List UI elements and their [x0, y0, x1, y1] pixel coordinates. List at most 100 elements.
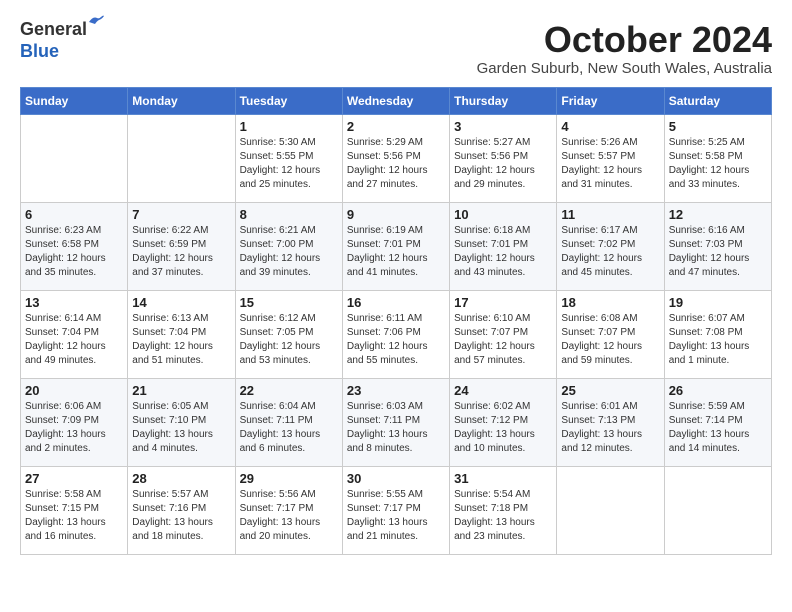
day-number: 26 — [669, 383, 767, 398]
day-number: 4 — [561, 119, 659, 134]
calendar-cell — [21, 114, 128, 202]
day-info: Sunrise: 5:55 AM Sunset: 7:17 PM Dayligh… — [347, 488, 445, 544]
day-info: Sunrise: 5:54 AM Sunset: 7:18 PM Dayligh… — [454, 488, 552, 544]
calendar-week-row: 6 Sunrise: 6:23 AM Sunset: 6:58 PM Daylig… — [21, 202, 772, 290]
month-title: October 2024 — [477, 20, 772, 60]
day-number: 1 — [240, 119, 338, 134]
title-area: October 2024 Garden Suburb, New South Wa… — [477, 20, 772, 77]
day-number: 13 — [25, 295, 123, 310]
day-info: Sunrise: 5:30 AM Sunset: 5:55 PM Dayligh… — [240, 136, 338, 192]
day-info: Sunrise: 6:16 AM Sunset: 7:03 PM Dayligh… — [669, 224, 767, 280]
day-info: Sunrise: 5:58 AM Sunset: 7:15 PM Dayligh… — [25, 488, 123, 544]
day-info: Sunrise: 6:13 AM Sunset: 7:04 PM Dayligh… — [132, 312, 230, 368]
calendar-cell: 20 Sunrise: 6:06 AM Sunset: 7:09 PM Dayli… — [21, 378, 128, 466]
location-subtitle: Garden Suburb, New South Wales, Australi… — [477, 60, 772, 77]
calendar-cell: 11 Sunrise: 6:17 AM Sunset: 7:02 PM Dayli… — [557, 202, 664, 290]
day-info: Sunrise: 6:17 AM Sunset: 7:02 PM Dayligh… — [561, 224, 659, 280]
day-number: 11 — [561, 207, 659, 222]
day-info: Sunrise: 5:59 AM Sunset: 7:14 PM Dayligh… — [669, 400, 767, 456]
day-number: 29 — [240, 471, 338, 486]
calendar-cell: 22Sunrise: 6:04 AM Sunset: 7:11 PM Dayli… — [235, 378, 342, 466]
day-info: Sunrise: 6:02 AM Sunset: 7:12 PM Dayligh… — [454, 400, 552, 456]
weekday-header-monday: Monday — [128, 87, 235, 114]
calendar-cell: 30 Sunrise: 5:55 AM Sunset: 7:17 PM Dayli… — [342, 466, 449, 554]
day-info: Sunrise: 6:22 AM Sunset: 6:59 PM Dayligh… — [132, 224, 230, 280]
day-info: Sunrise: 6:04 AM Sunset: 7:11 PM Dayligh… — [240, 400, 338, 456]
calendar-cell: 31 Sunrise: 5:54 AM Sunset: 7:18 PM Dayli… — [450, 466, 557, 554]
day-number: 24 — [454, 383, 552, 398]
weekday-header-tuesday: Tuesday — [235, 87, 342, 114]
day-info: Sunrise: 6:10 AM Sunset: 7:07 PM Dayligh… — [454, 312, 552, 368]
day-number: 20 — [25, 383, 123, 398]
calendar-week-row: 13Sunrise: 6:14 AM Sunset: 7:04 PM Dayli… — [21, 290, 772, 378]
day-number: 10 — [454, 207, 552, 222]
day-number: 16 — [347, 295, 445, 310]
calendar-cell: 3Sunrise: 5:27 AM Sunset: 5:56 PM Daylig… — [450, 114, 557, 202]
calendar-cell: 19 Sunrise: 6:07 AM Sunset: 7:08 PM Dayli… — [664, 290, 771, 378]
calendar-cell: 27 Sunrise: 5:58 AM Sunset: 7:15 PM Dayli… — [21, 466, 128, 554]
day-number: 14 — [132, 295, 230, 310]
logo-general: General — [20, 19, 87, 39]
day-info: Sunrise: 5:29 AM Sunset: 5:56 PM Dayligh… — [347, 136, 445, 192]
calendar-cell: 24 Sunrise: 6:02 AM Sunset: 7:12 PM Dayli… — [450, 378, 557, 466]
day-info: Sunrise: 6:07 AM Sunset: 7:08 PM Dayligh… — [669, 312, 767, 368]
day-number: 17 — [454, 295, 552, 310]
day-info: Sunrise: 6:23 AM Sunset: 6:58 PM Dayligh… — [25, 224, 123, 280]
calendar-cell: 18Sunrise: 6:08 AM Sunset: 7:07 PM Dayli… — [557, 290, 664, 378]
calendar-cell — [128, 114, 235, 202]
calendar-cell: 4 Sunrise: 5:26 AM Sunset: 5:57 PM Daylig… — [557, 114, 664, 202]
calendar-cell: 1 Sunrise: 5:30 AM Sunset: 5:55 PM Daylig… — [235, 114, 342, 202]
calendar-cell: 2Sunrise: 5:29 AM Sunset: 5:56 PM Daylig… — [342, 114, 449, 202]
calendar-cell: 23Sunrise: 6:03 AM Sunset: 7:11 PM Dayli… — [342, 378, 449, 466]
calendar-cell: 13Sunrise: 6:14 AM Sunset: 7:04 PM Dayli… — [21, 290, 128, 378]
calendar-cell: 7 Sunrise: 6:22 AM Sunset: 6:59 PM Daylig… — [128, 202, 235, 290]
day-number: 12 — [669, 207, 767, 222]
day-info: Sunrise: 6:08 AM Sunset: 7:07 PM Dayligh… — [561, 312, 659, 368]
calendar-week-row: 27 Sunrise: 5:58 AM Sunset: 7:15 PM Dayli… — [21, 466, 772, 554]
day-number: 19 — [669, 295, 767, 310]
weekday-header-row: SundayMondayTuesdayWednesdayThursdayFrid… — [21, 87, 772, 114]
calendar-table: SundayMondayTuesdayWednesdayThursdayFrid… — [20, 87, 772, 555]
weekday-header-saturday: Saturday — [664, 87, 771, 114]
logo: General Blue — [20, 20, 87, 62]
calendar-cell: 17 Sunrise: 6:10 AM Sunset: 7:07 PM Dayli… — [450, 290, 557, 378]
day-number: 27 — [25, 471, 123, 486]
calendar-cell: 8 Sunrise: 6:21 AM Sunset: 7:00 PM Daylig… — [235, 202, 342, 290]
logo-blue: Blue — [20, 42, 59, 62]
calendar-cell — [664, 466, 771, 554]
day-number: 6 — [25, 207, 123, 222]
weekday-header-friday: Friday — [557, 87, 664, 114]
calendar-cell: 12 Sunrise: 6:16 AM Sunset: 7:03 PM Dayli… — [664, 202, 771, 290]
day-number: 15 — [240, 295, 338, 310]
calendar-cell: 10Sunrise: 6:18 AM Sunset: 7:01 PM Dayli… — [450, 202, 557, 290]
day-info: Sunrise: 5:56 AM Sunset: 7:17 PM Dayligh… — [240, 488, 338, 544]
calendar-week-row: 20 Sunrise: 6:06 AM Sunset: 7:09 PM Dayli… — [21, 378, 772, 466]
day-info: Sunrise: 6:06 AM Sunset: 7:09 PM Dayligh… — [25, 400, 123, 456]
day-info: Sunrise: 6:21 AM Sunset: 7:00 PM Dayligh… — [240, 224, 338, 280]
day-number: 25 — [561, 383, 659, 398]
calendar-cell: 16Sunrise: 6:11 AM Sunset: 7:06 PM Dayli… — [342, 290, 449, 378]
day-number: 8 — [240, 207, 338, 222]
calendar-cell: 6 Sunrise: 6:23 AM Sunset: 6:58 PM Daylig… — [21, 202, 128, 290]
bird-icon — [87, 14, 105, 28]
day-number: 31 — [454, 471, 552, 486]
calendar-week-row: 1 Sunrise: 5:30 AM Sunset: 5:55 PM Daylig… — [21, 114, 772, 202]
day-number: 30 — [347, 471, 445, 486]
day-number: 21 — [132, 383, 230, 398]
calendar-cell: 26 Sunrise: 5:59 AM Sunset: 7:14 PM Dayli… — [664, 378, 771, 466]
day-number: 23 — [347, 383, 445, 398]
calendar-cell: 15Sunrise: 6:12 AM Sunset: 7:05 PM Dayli… — [235, 290, 342, 378]
day-number: 28 — [132, 471, 230, 486]
calendar-cell: 28Sunrise: 5:57 AM Sunset: 7:16 PM Dayli… — [128, 466, 235, 554]
day-info: Sunrise: 5:26 AM Sunset: 5:57 PM Dayligh… — [561, 136, 659, 192]
day-number: 9 — [347, 207, 445, 222]
weekday-header-wednesday: Wednesday — [342, 87, 449, 114]
weekday-header-sunday: Sunday — [21, 87, 128, 114]
day-number: 3 — [454, 119, 552, 134]
day-number: 7 — [132, 207, 230, 222]
page-header: General Blue October 2024 Garden Suburb,… — [20, 20, 772, 77]
day-info: Sunrise: 6:05 AM Sunset: 7:10 PM Dayligh… — [132, 400, 230, 456]
day-info: Sunrise: 5:25 AM Sunset: 5:58 PM Dayligh… — [669, 136, 767, 192]
weekday-header-thursday: Thursday — [450, 87, 557, 114]
day-info: Sunrise: 6:01 AM Sunset: 7:13 PM Dayligh… — [561, 400, 659, 456]
